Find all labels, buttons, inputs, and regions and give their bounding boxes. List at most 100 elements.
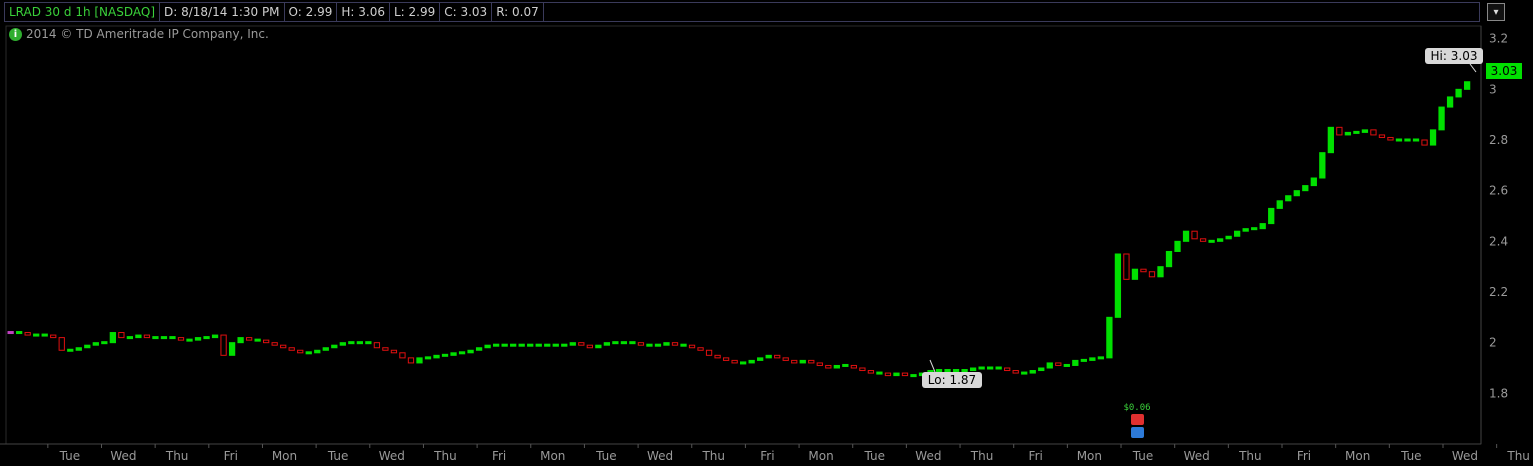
candle bbox=[348, 341, 355, 345]
day-label: Fri bbox=[760, 449, 774, 463]
last-price-label: 3.03 bbox=[1491, 64, 1518, 78]
candle bbox=[254, 338, 261, 342]
day-label: Mon bbox=[540, 449, 565, 463]
candle bbox=[135, 334, 142, 339]
y-tick-label: 1.8 bbox=[1489, 386, 1508, 400]
candle bbox=[1072, 359, 1079, 366]
candle bbox=[1216, 238, 1224, 242]
day-label: Tue bbox=[327, 449, 349, 463]
day-label: Fri bbox=[1297, 449, 1311, 463]
day-label: Fri bbox=[224, 449, 238, 463]
candle bbox=[782, 357, 789, 361]
candle bbox=[995, 366, 1002, 370]
candle bbox=[961, 369, 968, 373]
candle bbox=[1199, 238, 1207, 242]
candle bbox=[859, 367, 866, 372]
candle bbox=[705, 349, 713, 356]
candle bbox=[1089, 357, 1096, 361]
day-label: Mon bbox=[272, 449, 297, 463]
dividend-marker[interactable]: $0.06 bbox=[1123, 403, 1151, 438]
day-label: Thu bbox=[970, 449, 994, 463]
candle bbox=[612, 341, 619, 345]
candle bbox=[1055, 362, 1062, 366]
candle bbox=[1038, 367, 1045, 372]
candle bbox=[33, 333, 40, 337]
day-label: Wed bbox=[1452, 449, 1478, 463]
candle bbox=[467, 349, 474, 354]
candle bbox=[646, 343, 653, 347]
candle bbox=[450, 352, 457, 356]
candle bbox=[475, 347, 483, 351]
candle bbox=[1080, 358, 1087, 362]
dividend-label: $0.06 bbox=[1123, 403, 1150, 413]
candle bbox=[518, 343, 525, 347]
candle bbox=[407, 357, 415, 364]
candle bbox=[1268, 207, 1275, 225]
candle bbox=[271, 342, 278, 346]
candle bbox=[722, 357, 730, 361]
candle bbox=[1234, 230, 1241, 237]
candle bbox=[569, 342, 576, 346]
candle bbox=[544, 343, 551, 347]
candle bbox=[765, 354, 772, 359]
candle bbox=[220, 334, 227, 356]
candle bbox=[1021, 371, 1028, 375]
hi-marker: Hi: 3.03 bbox=[1425, 48, 1483, 73]
day-label: Mon bbox=[1345, 449, 1370, 463]
candle bbox=[1148, 271, 1156, 278]
candle bbox=[382, 347, 389, 351]
candle bbox=[228, 342, 236, 356]
candle bbox=[305, 351, 312, 355]
day-label: Thu bbox=[1238, 449, 1262, 463]
day-label: Wed bbox=[1184, 449, 1210, 463]
candle bbox=[697, 347, 704, 351]
candle bbox=[118, 332, 125, 339]
candle bbox=[816, 362, 823, 366]
candle bbox=[203, 336, 210, 340]
candle bbox=[969, 367, 977, 372]
candle bbox=[1046, 362, 1053, 369]
candle bbox=[314, 349, 321, 354]
last-price-tag: 3.03 bbox=[1486, 63, 1522, 79]
candle bbox=[365, 341, 372, 345]
candle bbox=[791, 359, 798, 364]
candle bbox=[663, 342, 670, 346]
day-label: Tue bbox=[1400, 449, 1422, 463]
candle bbox=[211, 334, 219, 339]
candle bbox=[67, 348, 74, 352]
day-label: Tue bbox=[1132, 449, 1154, 463]
candle bbox=[433, 354, 440, 359]
candle bbox=[280, 344, 287, 349]
y-tick-label: 2.8 bbox=[1489, 133, 1508, 147]
candle bbox=[390, 349, 398, 354]
candle bbox=[1191, 230, 1198, 240]
y-tick-label: 2.6 bbox=[1489, 184, 1508, 198]
candle bbox=[492, 343, 500, 347]
candle bbox=[41, 333, 48, 337]
candle bbox=[595, 344, 602, 349]
candle bbox=[910, 374, 917, 378]
candle bbox=[339, 342, 346, 346]
candle bbox=[535, 343, 542, 347]
phone-icon bbox=[1131, 414, 1144, 425]
day-label: Fri bbox=[1029, 449, 1043, 463]
candle bbox=[1029, 370, 1036, 374]
y-tick-label: 3 bbox=[1489, 82, 1497, 96]
candle bbox=[1344, 131, 1352, 136]
candle bbox=[297, 349, 304, 354]
candle bbox=[825, 364, 832, 369]
candle bbox=[1012, 370, 1019, 374]
candle bbox=[987, 366, 994, 370]
day-label: Wed bbox=[110, 449, 136, 463]
earnings-icon bbox=[1131, 427, 1144, 438]
day-label: Wed bbox=[915, 449, 941, 463]
day-label: Thu bbox=[433, 449, 457, 463]
hi-label: Hi: 3.03 bbox=[1431, 49, 1478, 63]
price-chart[interactable]: 3.2 3 2.8 2.6 2.4 2.2 2 1.8 Tue Wed Thu Fri Mon Tue We… bbox=[0, 0, 1533, 466]
lo-label: Lo: 1.87 bbox=[928, 373, 976, 387]
day-label: Tue bbox=[59, 449, 81, 463]
candle bbox=[75, 347, 82, 351]
y-tick-label: 2 bbox=[1489, 336, 1497, 350]
candle bbox=[757, 357, 764, 361]
candle bbox=[126, 336, 134, 340]
